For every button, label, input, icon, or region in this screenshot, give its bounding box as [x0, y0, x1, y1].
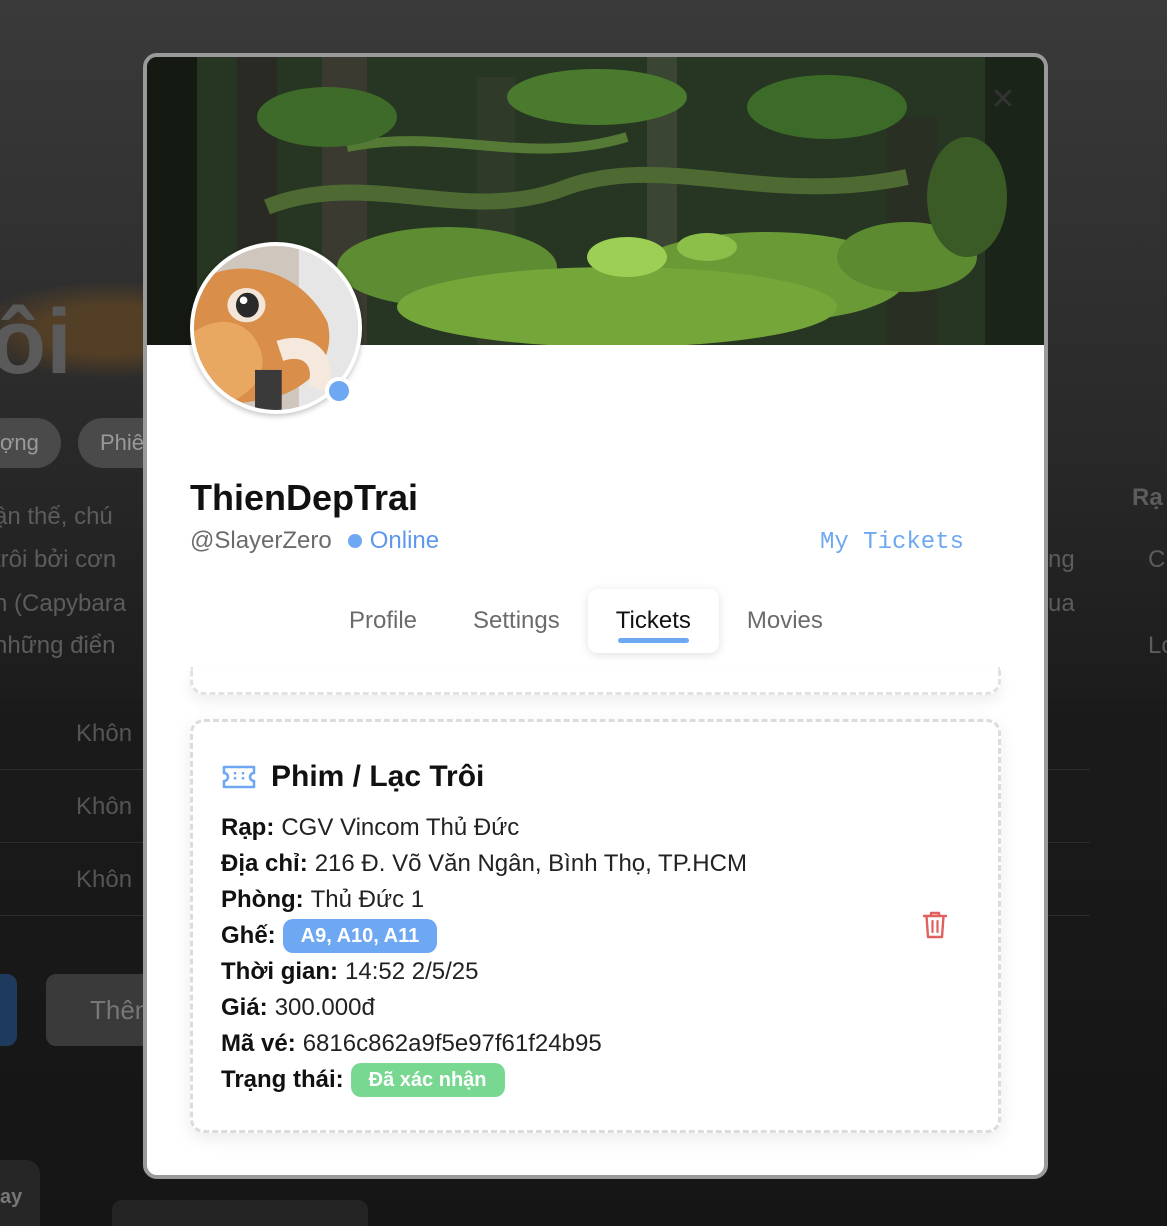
background-desc-line: n (Capybara	[0, 590, 127, 617]
ticket-time: 14:52 2/5/25	[345, 958, 479, 985]
background-desc-line: trôi bởi cơn	[0, 546, 117, 573]
background-bottom-card: ay	[0, 1160, 40, 1226]
background-right-line: ng	[1048, 546, 1075, 573]
ticket-field-label: Giá:	[221, 994, 268, 1021]
tab-profile[interactable]: Profile	[321, 589, 445, 653]
status-badge: Đã xác nhận	[350, 1063, 505, 1097]
background-desc-line: ận thế, chú	[0, 503, 113, 530]
previous-ticket-card	[190, 667, 1001, 695]
ticket-room-row: Phòng: Thủ Đức 1	[221, 882, 968, 918]
ticket-address: 216 Đ. Võ Văn Ngân, Bình Thọ, TP.HCM	[314, 850, 747, 877]
close-icon[interactable]: ✕	[988, 85, 1018, 115]
my-tickets-link[interactable]: My Tickets	[820, 529, 964, 556]
ticket-field-label: Ghế:	[221, 922, 276, 949]
ticket-card: Phim / Lạc Trôi Rạp: CGV Vincom Thủ Đức …	[190, 719, 1001, 1133]
profile-tabs: Profile Settings Tickets Movies	[321, 589, 851, 653]
ticket-room: Thủ Đức 1	[310, 886, 425, 913]
profile-modal: ✕ ThienDepTrai @SlayerZero Online My Tic…	[143, 53, 1048, 1179]
online-dot-icon	[347, 534, 362, 548]
background-right-line: Lo	[1148, 632, 1167, 659]
tab-settings[interactable]: Settings	[445, 589, 588, 653]
ticket-cinema: CGV Vincom Thủ Đức	[281, 814, 520, 841]
background-right-line: C	[1148, 546, 1166, 573]
ticket-title: Phim / Lạc Trôi	[271, 760, 485, 793]
ticket-field-label: Thời gian:	[221, 958, 339, 985]
tab-tickets[interactable]: Tickets	[587, 589, 719, 653]
background-right-line: ua	[1048, 590, 1075, 617]
ticket-seats-row: Ghế: A9, A10, A11	[221, 918, 968, 954]
profile-handle: @SlayerZero	[190, 527, 332, 554]
background-bottom-card	[112, 1200, 368, 1226]
ticket-title-row: Phim / Lạc Trôi	[221, 760, 968, 794]
trash-icon[interactable]	[922, 910, 948, 940]
ticket-code-row: Mã vé: 6816c862a9f5e97f61f24b95	[221, 1026, 968, 1062]
ticket-field-label: Trạng thái:	[221, 1066, 344, 1093]
ticket-address-row: Địa chỉ: 216 Đ. Võ Văn Ngân, Bình Thọ, T…	[221, 846, 968, 882]
ticket-icon	[222, 765, 256, 789]
online-status-dot	[325, 377, 353, 405]
background-title: ôi	[0, 291, 72, 393]
ticket-status-row: Trạng thái: Đã xác nhận	[221, 1062, 968, 1098]
seats-badge: A9, A10, A11	[282, 919, 438, 953]
ticket-cinema-row: Rạp: CGV Vincom Thủ Đức	[221, 810, 968, 846]
online-status-label: Online	[369, 527, 440, 554]
ticket-price-row: Giá: 300.000đ	[221, 990, 968, 1026]
ticket-code: 6816c862a9f5e97f61f24b95	[302, 1030, 602, 1057]
background-desc-line: những điển	[0, 632, 116, 659]
ticket-field-label: Phòng:	[221, 886, 304, 913]
background-primary-button	[0, 974, 17, 1046]
ticket-field-label: Rạp:	[221, 814, 275, 841]
online-status: Online	[347, 527, 440, 555]
ticket-price: 300.000đ	[274, 994, 375, 1021]
background-chip: ợng	[0, 418, 61, 468]
background-right-heading: Rạ	[1132, 484, 1163, 511]
profile-handle-row: @SlayerZero Online	[190, 527, 439, 555]
tab-movies[interactable]: Movies	[719, 589, 851, 653]
ticket-field-label: Địa chỉ:	[221, 850, 308, 877]
ticket-time-row: Thời gian: 14:52 2/5/25	[221, 954, 968, 990]
ticket-field-label: Mã vé:	[221, 1030, 296, 1057]
profile-display-name: ThienDepTrai	[190, 477, 419, 518]
